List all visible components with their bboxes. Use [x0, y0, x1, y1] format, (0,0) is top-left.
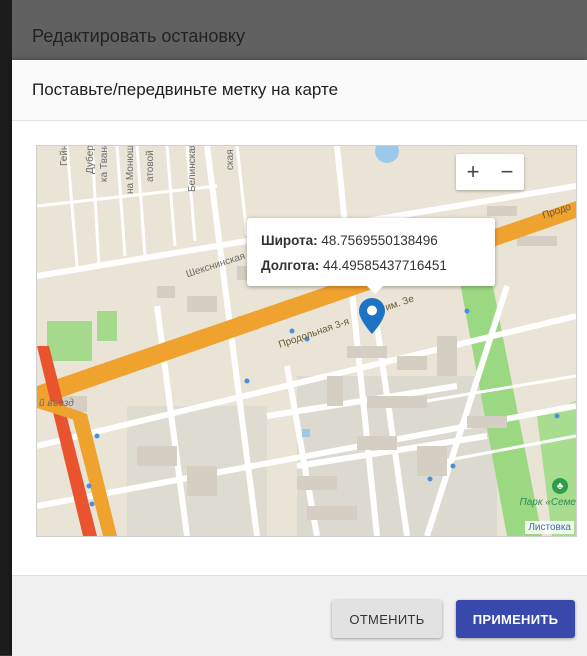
zoom-out-button[interactable]: − [490, 154, 524, 190]
page-edge [0, 0, 12, 655]
popup-tail [367, 286, 383, 294]
dialog-footer: ОТМЕНИТЬ ПРИМЕНИТЬ [12, 575, 587, 656]
street-label: Гейне [59, 145, 70, 166]
street-label: атовой [145, 150, 156, 182]
latitude-row: Широта: 48.7569550138496 [261, 233, 438, 248]
park-label: Парк «Семе [519, 497, 576, 508]
latitude-label: Широта: [261, 233, 318, 248]
dialog-title: Редактировать остановку [32, 26, 245, 46]
street-label: ка Твана [99, 145, 110, 182]
zoom-control: + − [456, 154, 524, 190]
street-label: Дуберта [85, 145, 96, 174]
street-label: ская [225, 149, 236, 170]
map[interactable]: Гейне Дуберта ка Твана на Монюшко атовой… [36, 145, 577, 537]
dialog-content: Гейне Дуберта ка Твана на Монюшко атовой… [12, 121, 587, 575]
street-label: на Монюшко [125, 145, 136, 194]
edit-stop-dialog: Поставьте/передвиньте метку на карте Гей… [12, 60, 587, 656]
location-pin-icon[interactable] [359, 298, 385, 334]
longitude-label: Долгота: [261, 258, 320, 273]
coordinates-popup: Широта: 48.7569550138496 Долгота: 44.495… [247, 218, 495, 294]
street-label: й въезд [39, 398, 74, 409]
latitude-value: 48.7569550138496 [321, 233, 438, 248]
zoom-in-button[interactable]: + [456, 154, 490, 190]
park-icon: ♣ [552, 478, 568, 494]
street-label: Белинская [187, 145, 198, 192]
map-attribution-link[interactable]: Листовка [525, 521, 574, 534]
apply-button[interactable]: ПРИМЕНИТЬ [456, 600, 575, 638]
longitude-value: 44.49585437716451 [323, 258, 447, 273]
dialog-subtitle: Поставьте/передвиньте метку на карте [32, 80, 339, 99]
cancel-button[interactable]: ОТМЕНИТЬ [332, 600, 442, 638]
dialog-header: Редактировать остановку [12, 0, 587, 60]
longitude-row: Долгота: 44.49585437716451 [261, 258, 447, 273]
